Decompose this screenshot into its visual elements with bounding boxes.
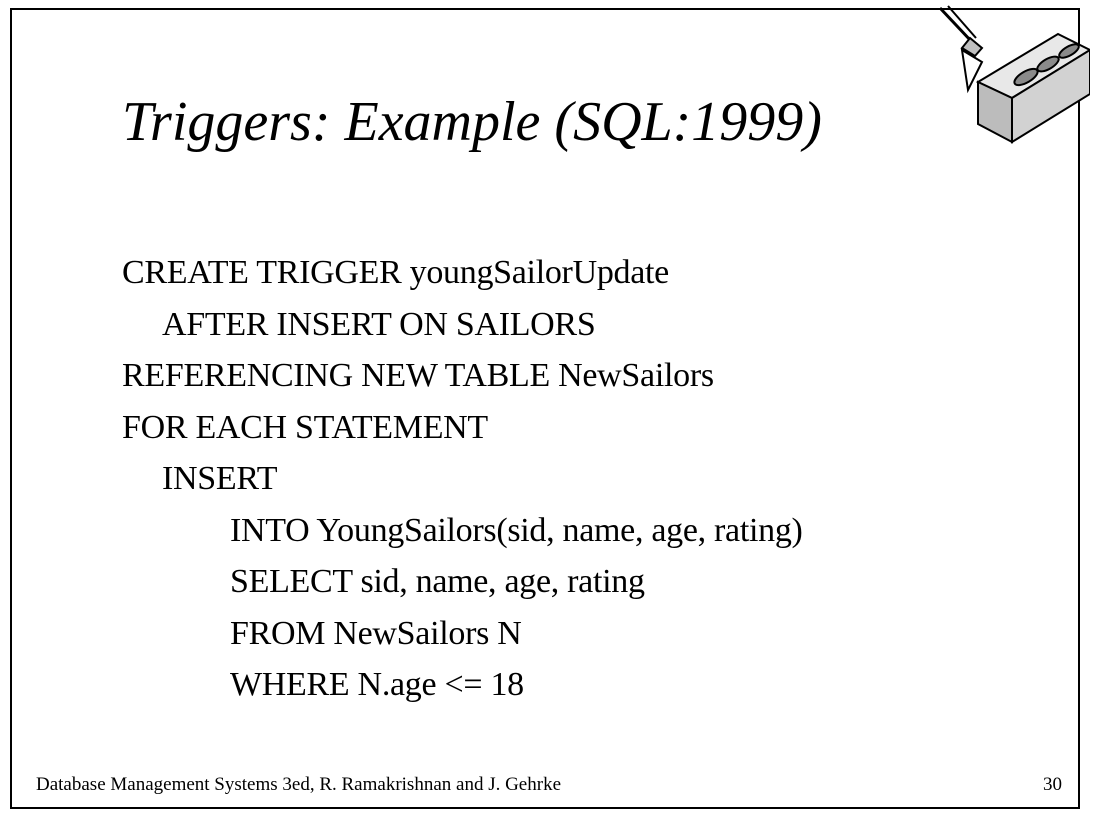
- code-line: INSERT: [162, 460, 278, 497]
- code-line: WHERE N.age <= 18: [230, 666, 524, 703]
- code-line: FROM NewSailors N: [230, 614, 522, 652]
- slide: Triggers: Example (SQL:1999) CREATE TRIG…: [10, 5, 1090, 809]
- code-line: AFTER INSERT ON SAILORS: [162, 305, 596, 343]
- sql-code-block: CREATE TRIGGER youngSailorUpdate AFTER I…: [122, 247, 803, 711]
- code-line: REFERENCING NEW TABLE NewSailors: [122, 357, 714, 394]
- code-line: CREATE TRIGGER youngSailorUpdate: [122, 254, 669, 291]
- code-line: SELECT sid, name, age, rating: [230, 563, 645, 600]
- page-number: 30: [1043, 774, 1062, 795]
- slide-title: Triggers: Example (SQL:1999): [122, 91, 822, 153]
- footer-citation: Database Management Systems 3ed, R. Rama…: [36, 774, 562, 795]
- code-line: FOR EACH STATEMENT: [122, 408, 488, 446]
- brick-and-trowel-icon: [938, 5, 1090, 144]
- code-line: INTO YoungSailors(sid, name, age, rating…: [230, 511, 803, 549]
